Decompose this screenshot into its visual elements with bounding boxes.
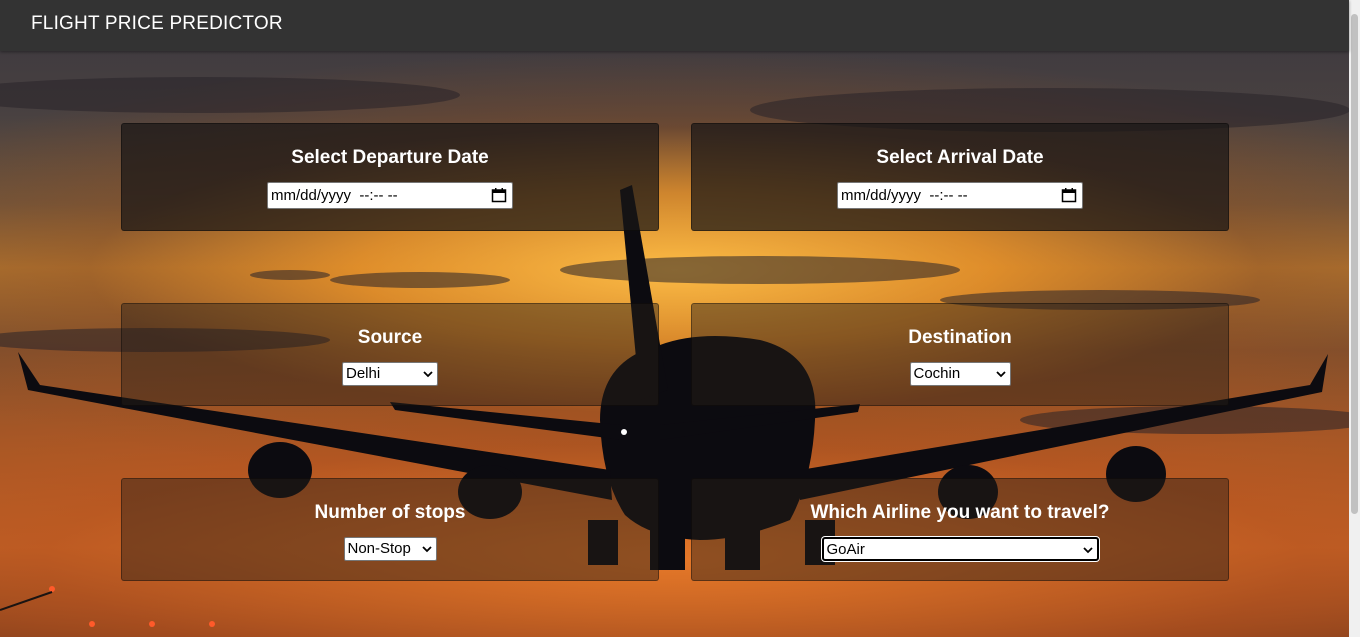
chevron-down-icon [421,546,432,553]
departure-panel: Select Departure Date mm/dd/yyyy --:-- -… [121,123,659,231]
departure-date-input[interactable]: mm/dd/yyyy --:-- -- [267,182,513,209]
navbar: FLIGHT PRICE PREDICTOR [0,0,1349,51]
source-select[interactable]: Delhi [342,362,438,386]
arrival-date-input[interactable]: mm/dd/yyyy --:-- -- [837,182,1083,209]
destination-select[interactable]: Cochin [909,362,1011,386]
calendar-icon[interactable] [491,187,507,203]
stops-panel: Number of stops Non-Stop [121,478,659,581]
chevron-down-icon [423,371,433,378]
airline-panel: Which Airline you want to travel? GoAir [691,478,1229,581]
scrollbar-thumb[interactable] [1351,14,1358,514]
airline-selected-value: GoAir [826,541,865,558]
stops-selected-value: Non-Stop [347,540,411,557]
source-panel: Source Delhi [121,303,659,406]
destination-panel: Destination Cochin [691,303,1229,406]
airline-label: Which Airline you want to travel? [810,502,1110,523]
stops-select[interactable]: Non-Stop [343,537,437,561]
chevron-down-icon [995,371,1006,378]
arrival-panel: Select Arrival Date mm/dd/yyyy --:-- -- [691,123,1229,231]
departure-date-value: mm/dd/yyyy --:-- -- [271,187,398,204]
destination-label: Destination [908,327,1012,348]
brand-link[interactable]: FLIGHT PRICE PREDICTOR [31,13,283,35]
calendar-icon[interactable] [1061,187,1077,203]
page-scrollbar[interactable] [1349,0,1360,637]
chevron-down-icon [1082,547,1093,554]
source-label: Source [357,327,423,348]
arrival-label: Select Arrival Date [876,147,1044,168]
departure-label: Select Departure Date [291,147,489,168]
airline-select[interactable]: GoAir [821,537,1099,561]
source-selected-value: Delhi [346,365,381,382]
stops-label: Number of stops [314,502,466,523]
destination-selected-value: Cochin [913,365,961,382]
arrival-date-value: mm/dd/yyyy --:-- -- [841,187,968,204]
